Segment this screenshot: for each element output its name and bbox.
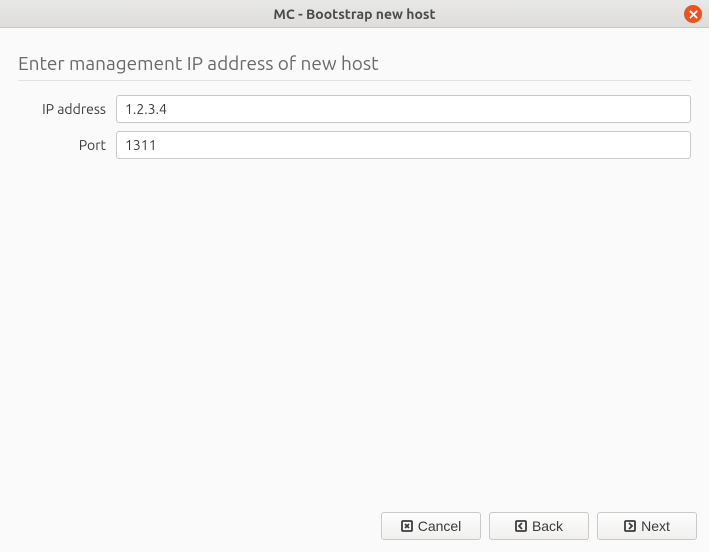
button-bar: Cancel Back Next — [0, 502, 709, 552]
form-row-ip: IP address — [18, 95, 691, 123]
next-icon — [624, 520, 636, 532]
cancel-label: Cancel — [418, 518, 462, 534]
next-button[interactable]: Next — [597, 512, 697, 540]
divider — [18, 80, 691, 81]
close-icon — [689, 10, 698, 19]
port-label: Port — [26, 137, 116, 153]
window-title: MC - Bootstrap new host — [273, 6, 435, 22]
cancel-icon — [401, 520, 413, 532]
back-button[interactable]: Back — [489, 512, 589, 540]
back-label: Back — [532, 518, 563, 534]
port-input[interactable] — [116, 131, 691, 159]
page-title: Enter management IP address of new host — [18, 52, 691, 80]
content-area: Enter management IP address of new host … — [0, 28, 709, 502]
back-icon — [515, 520, 527, 532]
titlebar: MC - Bootstrap new host — [0, 0, 709, 28]
window-body: Enter management IP address of new host … — [0, 28, 709, 552]
cancel-button[interactable]: Cancel — [381, 512, 481, 540]
ip-address-input[interactable] — [116, 95, 691, 123]
ip-label: IP address — [26, 101, 116, 117]
next-label: Next — [641, 518, 670, 534]
form-row-port: Port — [18, 131, 691, 159]
close-button[interactable] — [684, 5, 702, 23]
